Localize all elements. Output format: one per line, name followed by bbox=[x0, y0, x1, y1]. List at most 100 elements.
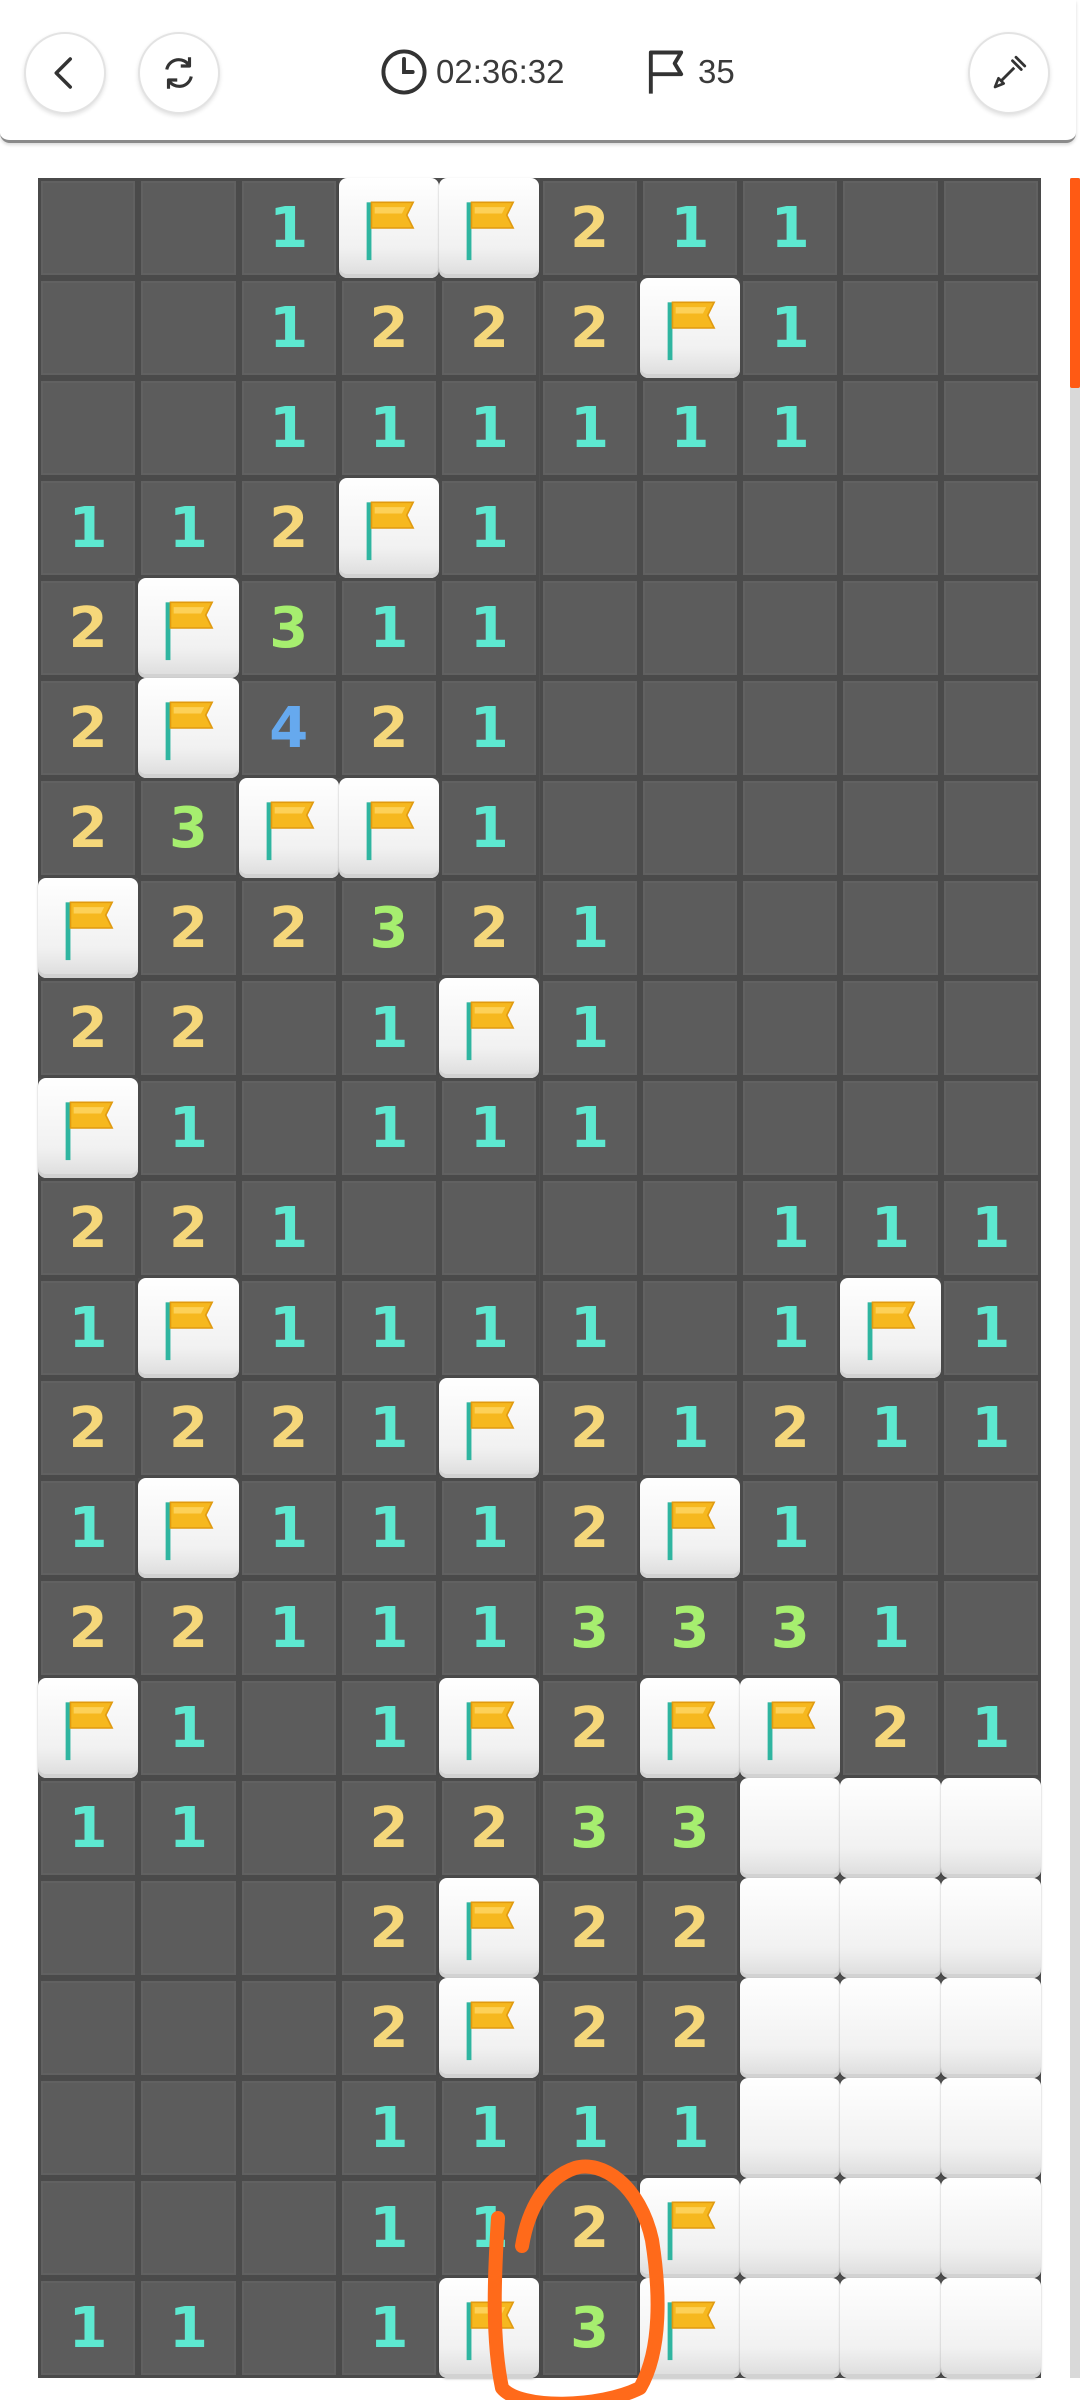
number-cell[interactable]: 3 bbox=[539, 1578, 640, 1678]
number-cell[interactable]: 2 bbox=[338, 1778, 440, 1878]
number-cell[interactable]: 1 bbox=[238, 178, 339, 278]
number-cell[interactable]: 1 bbox=[338, 578, 440, 678]
number-cell[interactable]: 2 bbox=[539, 1878, 640, 1978]
flagged-cell[interactable] bbox=[639, 278, 741, 378]
hidden-cell[interactable] bbox=[940, 2078, 1041, 2178]
flagged-cell[interactable] bbox=[840, 1278, 941, 1378]
number-cell[interactable]: 1 bbox=[439, 1478, 540, 1578]
number-cell[interactable]: 3 bbox=[138, 778, 239, 878]
flagged-cell[interactable] bbox=[439, 978, 540, 1078]
number-cell[interactable]: 3 bbox=[338, 878, 440, 978]
flagged-cell[interactable] bbox=[740, 1678, 841, 1778]
number-cell[interactable]: 1 bbox=[539, 1278, 640, 1378]
number-cell[interactable]: 1 bbox=[940, 1278, 1041, 1378]
number-cell[interactable]: 2 bbox=[539, 278, 640, 378]
number-cell[interactable]: 1 bbox=[338, 1278, 440, 1378]
number-cell[interactable]: 1 bbox=[238, 278, 339, 378]
number-cell[interactable]: 1 bbox=[539, 1078, 640, 1178]
back-button[interactable] bbox=[24, 32, 106, 114]
number-cell[interactable]: 2 bbox=[138, 978, 239, 1078]
number-cell[interactable]: 3 bbox=[539, 1778, 640, 1878]
number-cell[interactable]: 1 bbox=[338, 378, 440, 478]
number-cell[interactable]: 2 bbox=[38, 1378, 139, 1478]
number-cell[interactable]: 2 bbox=[138, 878, 239, 978]
flagged-cell[interactable] bbox=[439, 2278, 540, 2378]
hidden-cell[interactable] bbox=[840, 2078, 941, 2178]
flagged-cell[interactable] bbox=[38, 878, 139, 978]
number-cell[interactable]: 1 bbox=[940, 1678, 1041, 1778]
flagged-cell[interactable] bbox=[138, 1278, 239, 1378]
number-cell[interactable]: 1 bbox=[338, 1078, 440, 1178]
number-cell[interactable]: 1 bbox=[639, 1378, 741, 1478]
number-cell[interactable]: 1 bbox=[539, 978, 640, 1078]
number-cell[interactable]: 2 bbox=[38, 978, 139, 1078]
number-cell[interactable]: 1 bbox=[138, 1078, 239, 1178]
hidden-cell[interactable] bbox=[740, 1978, 841, 2078]
flagged-cell[interactable] bbox=[439, 1678, 540, 1778]
number-cell[interactable]: 2 bbox=[539, 1378, 640, 1478]
hidden-cell[interactable] bbox=[740, 1778, 841, 1878]
number-cell[interactable]: 3 bbox=[238, 578, 339, 678]
number-cell[interactable]: 2 bbox=[138, 1178, 239, 1278]
number-cell[interactable]: 2 bbox=[238, 1378, 339, 1478]
number-cell[interactable]: 1 bbox=[439, 678, 540, 778]
number-cell[interactable]: 1 bbox=[740, 1278, 841, 1378]
hidden-cell[interactable] bbox=[840, 2278, 941, 2378]
hidden-cell[interactable] bbox=[840, 2178, 941, 2278]
number-cell[interactable]: 1 bbox=[740, 178, 841, 278]
number-cell[interactable]: 1 bbox=[38, 2278, 139, 2378]
number-cell[interactable]: 1 bbox=[38, 1278, 139, 1378]
scrollbar-thumb[interactable] bbox=[1070, 178, 1080, 388]
number-cell[interactable]: 1 bbox=[439, 1078, 540, 1178]
flagged-cell[interactable] bbox=[138, 1478, 239, 1578]
number-cell[interactable]: 2 bbox=[840, 1678, 941, 1778]
number-cell[interactable]: 1 bbox=[840, 1378, 941, 1478]
number-cell[interactable]: 1 bbox=[840, 1578, 941, 1678]
flagged-cell[interactable] bbox=[38, 1078, 139, 1178]
number-cell[interactable]: 2 bbox=[238, 878, 339, 978]
number-cell[interactable]: 1 bbox=[238, 378, 339, 478]
number-cell[interactable]: 1 bbox=[439, 478, 540, 578]
flagged-cell[interactable] bbox=[338, 178, 440, 278]
flagged-cell[interactable] bbox=[639, 2178, 741, 2278]
number-cell[interactable]: 2 bbox=[38, 678, 139, 778]
number-cell[interactable]: 2 bbox=[539, 1678, 640, 1778]
number-cell[interactable]: 2 bbox=[338, 278, 440, 378]
hidden-cell[interactable] bbox=[940, 2178, 1041, 2278]
number-cell[interactable]: 2 bbox=[338, 678, 440, 778]
hidden-cell[interactable] bbox=[740, 2078, 841, 2178]
number-cell[interactable]: 1 bbox=[639, 378, 741, 478]
number-cell[interactable]: 2 bbox=[38, 778, 139, 878]
restart-button[interactable] bbox=[138, 32, 220, 114]
number-cell[interactable]: 1 bbox=[38, 1478, 139, 1578]
number-cell[interactable]: 1 bbox=[539, 2078, 640, 2178]
hidden-cell[interactable] bbox=[940, 1778, 1041, 1878]
number-cell[interactable]: 3 bbox=[539, 2278, 640, 2378]
flagged-cell[interactable] bbox=[639, 1478, 741, 1578]
number-cell[interactable]: 1 bbox=[639, 2078, 741, 2178]
number-cell[interactable]: 2 bbox=[539, 2178, 640, 2278]
flagged-cell[interactable] bbox=[439, 178, 540, 278]
number-cell[interactable]: 2 bbox=[38, 1178, 139, 1278]
flagged-cell[interactable] bbox=[439, 1978, 540, 2078]
number-cell[interactable]: 1 bbox=[138, 1778, 239, 1878]
hidden-cell[interactable] bbox=[740, 2178, 841, 2278]
flagged-cell[interactable] bbox=[338, 478, 440, 578]
number-cell[interactable]: 2 bbox=[338, 1978, 440, 2078]
number-cell[interactable]: 1 bbox=[439, 778, 540, 878]
number-cell[interactable]: 2 bbox=[138, 1378, 239, 1478]
number-cell[interactable]: 1 bbox=[439, 2078, 540, 2178]
scrollbar[interactable] bbox=[1070, 178, 1080, 2378]
number-cell[interactable]: 2 bbox=[238, 478, 339, 578]
flagged-cell[interactable] bbox=[138, 578, 239, 678]
number-cell[interactable]: 1 bbox=[439, 378, 540, 478]
hidden-cell[interactable] bbox=[840, 1978, 941, 2078]
number-cell[interactable]: 1 bbox=[539, 378, 640, 478]
number-cell[interactable]: 1 bbox=[439, 1578, 540, 1678]
number-cell[interactable]: 1 bbox=[940, 1178, 1041, 1278]
hidden-cell[interactable] bbox=[940, 1978, 1041, 2078]
number-cell[interactable]: 1 bbox=[740, 378, 841, 478]
number-cell[interactable]: 1 bbox=[238, 1178, 339, 1278]
number-cell[interactable]: 1 bbox=[238, 1278, 339, 1378]
number-cell[interactable]: 1 bbox=[740, 1478, 841, 1578]
